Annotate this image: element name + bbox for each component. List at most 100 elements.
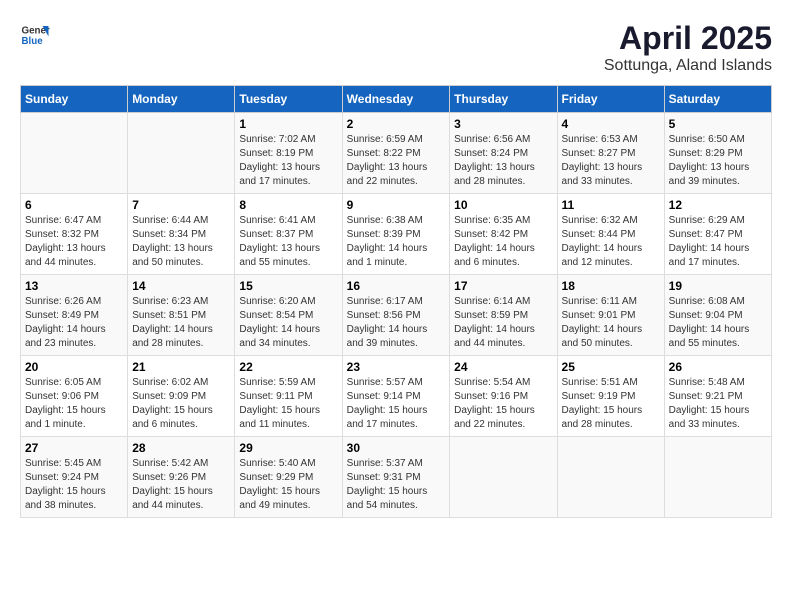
day-cell: 6 Sunrise: 6:47 AM Sunset: 8:32 PM Daylig…: [21, 194, 128, 275]
day-number: 6: [25, 198, 123, 212]
day-cell: [450, 437, 557, 518]
day-number: 30: [347, 441, 446, 455]
weekday-header-friday: Friday: [557, 86, 664, 113]
day-cell: 30 Sunrise: 5:37 AM Sunset: 9:31 PM Dayli…: [342, 437, 450, 518]
day-info: Sunrise: 6:29 AM Sunset: 8:47 PM Dayligh…: [669, 214, 767, 270]
day-number: 8: [239, 198, 337, 212]
header: General Blue April 2025 Sottunga, Aland …: [20, 20, 772, 75]
week-row-3: 13 Sunrise: 6:26 AM Sunset: 8:49 PM Dayli…: [21, 275, 772, 356]
day-number: 26: [669, 360, 767, 374]
day-info: Sunrise: 6:20 AM Sunset: 8:54 PM Dayligh…: [239, 295, 337, 351]
logo-icon: General Blue: [20, 20, 50, 50]
day-info: Sunrise: 6:02 AM Sunset: 9:09 PM Dayligh…: [132, 376, 230, 432]
day-cell: 3Sunrise: 6:56 AM Sunset: 8:24 PM Daylig…: [450, 113, 557, 194]
day-number: 24: [454, 360, 552, 374]
month-title: April 2025: [604, 20, 772, 57]
week-row-2: 6 Sunrise: 6:47 AM Sunset: 8:32 PM Daylig…: [21, 194, 772, 275]
day-info: Sunrise: 6:59 AM Sunset: 8:22 PM Dayligh…: [347, 133, 446, 189]
day-cell: 23Sunrise: 5:57 AM Sunset: 9:14 PM Dayli…: [342, 356, 450, 437]
day-number: 13: [25, 279, 123, 293]
title-area: April 2025 Sottunga, Aland Islands: [604, 20, 772, 75]
day-cell: 17Sunrise: 6:14 AM Sunset: 8:59 PM Dayli…: [450, 275, 557, 356]
day-cell: 7 Sunrise: 6:44 AM Sunset: 8:34 PM Daylig…: [128, 194, 235, 275]
weekday-header-wednesday: Wednesday: [342, 86, 450, 113]
day-number: 7: [132, 198, 230, 212]
day-cell: [557, 437, 664, 518]
day-cell: 22 Sunrise: 5:59 AM Sunset: 9:11 PM Dayli…: [235, 356, 342, 437]
day-info: Sunrise: 5:59 AM Sunset: 9:11 PM Dayligh…: [239, 376, 337, 432]
day-info: Sunrise: 6:11 AM Sunset: 9:01 PM Dayligh…: [562, 295, 660, 351]
day-info: Sunrise: 5:37 AM Sunset: 9:31 PM Dayligh…: [347, 457, 446, 513]
location-title: Sottunga, Aland Islands: [604, 57, 772, 75]
day-number: 5: [669, 117, 767, 131]
day-number: 19: [669, 279, 767, 293]
day-info: Sunrise: 5:57 AM Sunset: 9:14 PM Dayligh…: [347, 376, 446, 432]
day-info: Sunrise: 6:17 AM Sunset: 8:56 PM Dayligh…: [347, 295, 446, 351]
day-info: Sunrise: 6:08 AM Sunset: 9:04 PM Dayligh…: [669, 295, 767, 351]
day-number: 16: [347, 279, 446, 293]
day-number: 22: [239, 360, 337, 374]
day-cell: 15Sunrise: 6:20 AM Sunset: 8:54 PM Dayli…: [235, 275, 342, 356]
day-info: Sunrise: 6:32 AM Sunset: 8:44 PM Dayligh…: [562, 214, 660, 270]
day-cell: 27Sunrise: 5:45 AM Sunset: 9:24 PM Dayli…: [21, 437, 128, 518]
day-number: 12: [669, 198, 767, 212]
day-info: Sunrise: 6:05 AM Sunset: 9:06 PM Dayligh…: [25, 376, 123, 432]
day-info: Sunrise: 5:51 AM Sunset: 9:19 PM Dayligh…: [562, 376, 660, 432]
day-cell: 5 Sunrise: 6:50 AM Sunset: 8:29 PM Daylig…: [664, 113, 771, 194]
day-number: 4: [562, 117, 660, 131]
day-cell: 18 Sunrise: 6:11 AM Sunset: 9:01 PM Dayli…: [557, 275, 664, 356]
day-cell: [128, 113, 235, 194]
day-info: Sunrise: 5:48 AM Sunset: 9:21 PM Dayligh…: [669, 376, 767, 432]
day-info: Sunrise: 6:53 AM Sunset: 8:27 PM Dayligh…: [562, 133, 660, 189]
day-number: 25: [562, 360, 660, 374]
day-info: Sunrise: 5:54 AM Sunset: 9:16 PM Dayligh…: [454, 376, 552, 432]
day-cell: 12 Sunrise: 6:29 AM Sunset: 8:47 PM Dayli…: [664, 194, 771, 275]
day-number: 9: [347, 198, 446, 212]
day-cell: 2 Sunrise: 6:59 AM Sunset: 8:22 PM Daylig…: [342, 113, 450, 194]
weekday-header-sunday: Sunday: [21, 86, 128, 113]
day-number: 2: [347, 117, 446, 131]
day-cell: 29Sunrise: 5:40 AM Sunset: 9:29 PM Dayli…: [235, 437, 342, 518]
day-info: Sunrise: 6:50 AM Sunset: 8:29 PM Dayligh…: [669, 133, 767, 189]
day-cell: 8 Sunrise: 6:41 AM Sunset: 8:37 PM Daylig…: [235, 194, 342, 275]
day-number: 18: [562, 279, 660, 293]
day-cell: 11 Sunrise: 6:32 AM Sunset: 8:44 PM Dayli…: [557, 194, 664, 275]
day-info: Sunrise: 5:45 AM Sunset: 9:24 PM Dayligh…: [25, 457, 123, 513]
day-cell: 19 Sunrise: 6:08 AM Sunset: 9:04 PM Dayli…: [664, 275, 771, 356]
day-info: Sunrise: 6:38 AM Sunset: 8:39 PM Dayligh…: [347, 214, 446, 270]
day-info: Sunrise: 6:26 AM Sunset: 8:49 PM Dayligh…: [25, 295, 123, 351]
day-number: 1: [239, 117, 337, 131]
day-info: Sunrise: 6:47 AM Sunset: 8:32 PM Dayligh…: [25, 214, 123, 270]
day-cell: 14Sunrise: 6:23 AM Sunset: 8:51 PM Dayli…: [128, 275, 235, 356]
day-info: Sunrise: 7:02 AM Sunset: 8:19 PM Dayligh…: [239, 133, 337, 189]
day-cell: 16 Sunrise: 6:17 AM Sunset: 8:56 PM Dayli…: [342, 275, 450, 356]
weekday-header-thursday: Thursday: [450, 86, 557, 113]
day-info: Sunrise: 6:35 AM Sunset: 8:42 PM Dayligh…: [454, 214, 552, 270]
day-cell: 1 Sunrise: 7:02 AM Sunset: 8:19 PM Daylig…: [235, 113, 342, 194]
weekday-header-saturday: Saturday: [664, 86, 771, 113]
day-cell: 20 Sunrise: 6:05 AM Sunset: 9:06 PM Dayli…: [21, 356, 128, 437]
day-number: 17: [454, 279, 552, 293]
week-row-1: 1 Sunrise: 7:02 AM Sunset: 8:19 PM Daylig…: [21, 113, 772, 194]
day-cell: 10Sunrise: 6:35 AM Sunset: 8:42 PM Dayli…: [450, 194, 557, 275]
logo: General Blue: [20, 20, 50, 50]
calendar-table: SundayMondayTuesdayWednesdayThursdayFrid…: [20, 85, 772, 518]
weekday-header-tuesday: Tuesday: [235, 86, 342, 113]
day-number: 11: [562, 198, 660, 212]
day-cell: 25 Sunrise: 5:51 AM Sunset: 9:19 PM Dayli…: [557, 356, 664, 437]
day-number: 29: [239, 441, 337, 455]
day-info: Sunrise: 6:41 AM Sunset: 8:37 PM Dayligh…: [239, 214, 337, 270]
day-cell: 21Sunrise: 6:02 AM Sunset: 9:09 PM Dayli…: [128, 356, 235, 437]
day-number: 20: [25, 360, 123, 374]
day-info: Sunrise: 5:42 AM Sunset: 9:26 PM Dayligh…: [132, 457, 230, 513]
day-cell: 28Sunrise: 5:42 AM Sunset: 9:26 PM Dayli…: [128, 437, 235, 518]
week-row-4: 20 Sunrise: 6:05 AM Sunset: 9:06 PM Dayli…: [21, 356, 772, 437]
day-cell: 13 Sunrise: 6:26 AM Sunset: 8:49 PM Dayli…: [21, 275, 128, 356]
weekday-header-row: SundayMondayTuesdayWednesdayThursdayFrid…: [21, 86, 772, 113]
day-cell: 4 Sunrise: 6:53 AM Sunset: 8:27 PM Daylig…: [557, 113, 664, 194]
day-cell: 9 Sunrise: 6:38 AM Sunset: 8:39 PM Daylig…: [342, 194, 450, 275]
svg-text:Blue: Blue: [22, 36, 44, 47]
day-info: Sunrise: 6:44 AM Sunset: 8:34 PM Dayligh…: [132, 214, 230, 270]
week-row-5: 27Sunrise: 5:45 AM Sunset: 9:24 PM Dayli…: [21, 437, 772, 518]
day-number: 14: [132, 279, 230, 293]
